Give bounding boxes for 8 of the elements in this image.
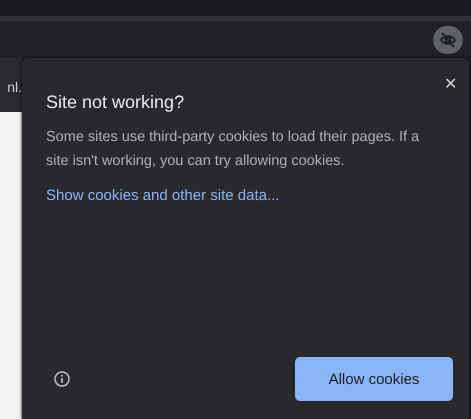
- close-button[interactable]: ✕: [444, 74, 457, 94]
- info-icon[interactable]: [54, 371, 70, 387]
- show-cookies-link[interactable]: Show cookies and other site data...: [46, 187, 280, 204]
- page-text: nl.: [7, 79, 22, 95]
- popup-description: Some sites use third-party cookies to load their pages. If a site isn't working, you can try allowing cookies.: [46, 128, 420, 171]
- popup-title: Site not working?: [46, 92, 184, 113]
- eye-slash-icon[interactable]: [433, 26, 463, 54]
- allow-cookies-button[interactable]: Allow cookies: [295, 357, 453, 401]
